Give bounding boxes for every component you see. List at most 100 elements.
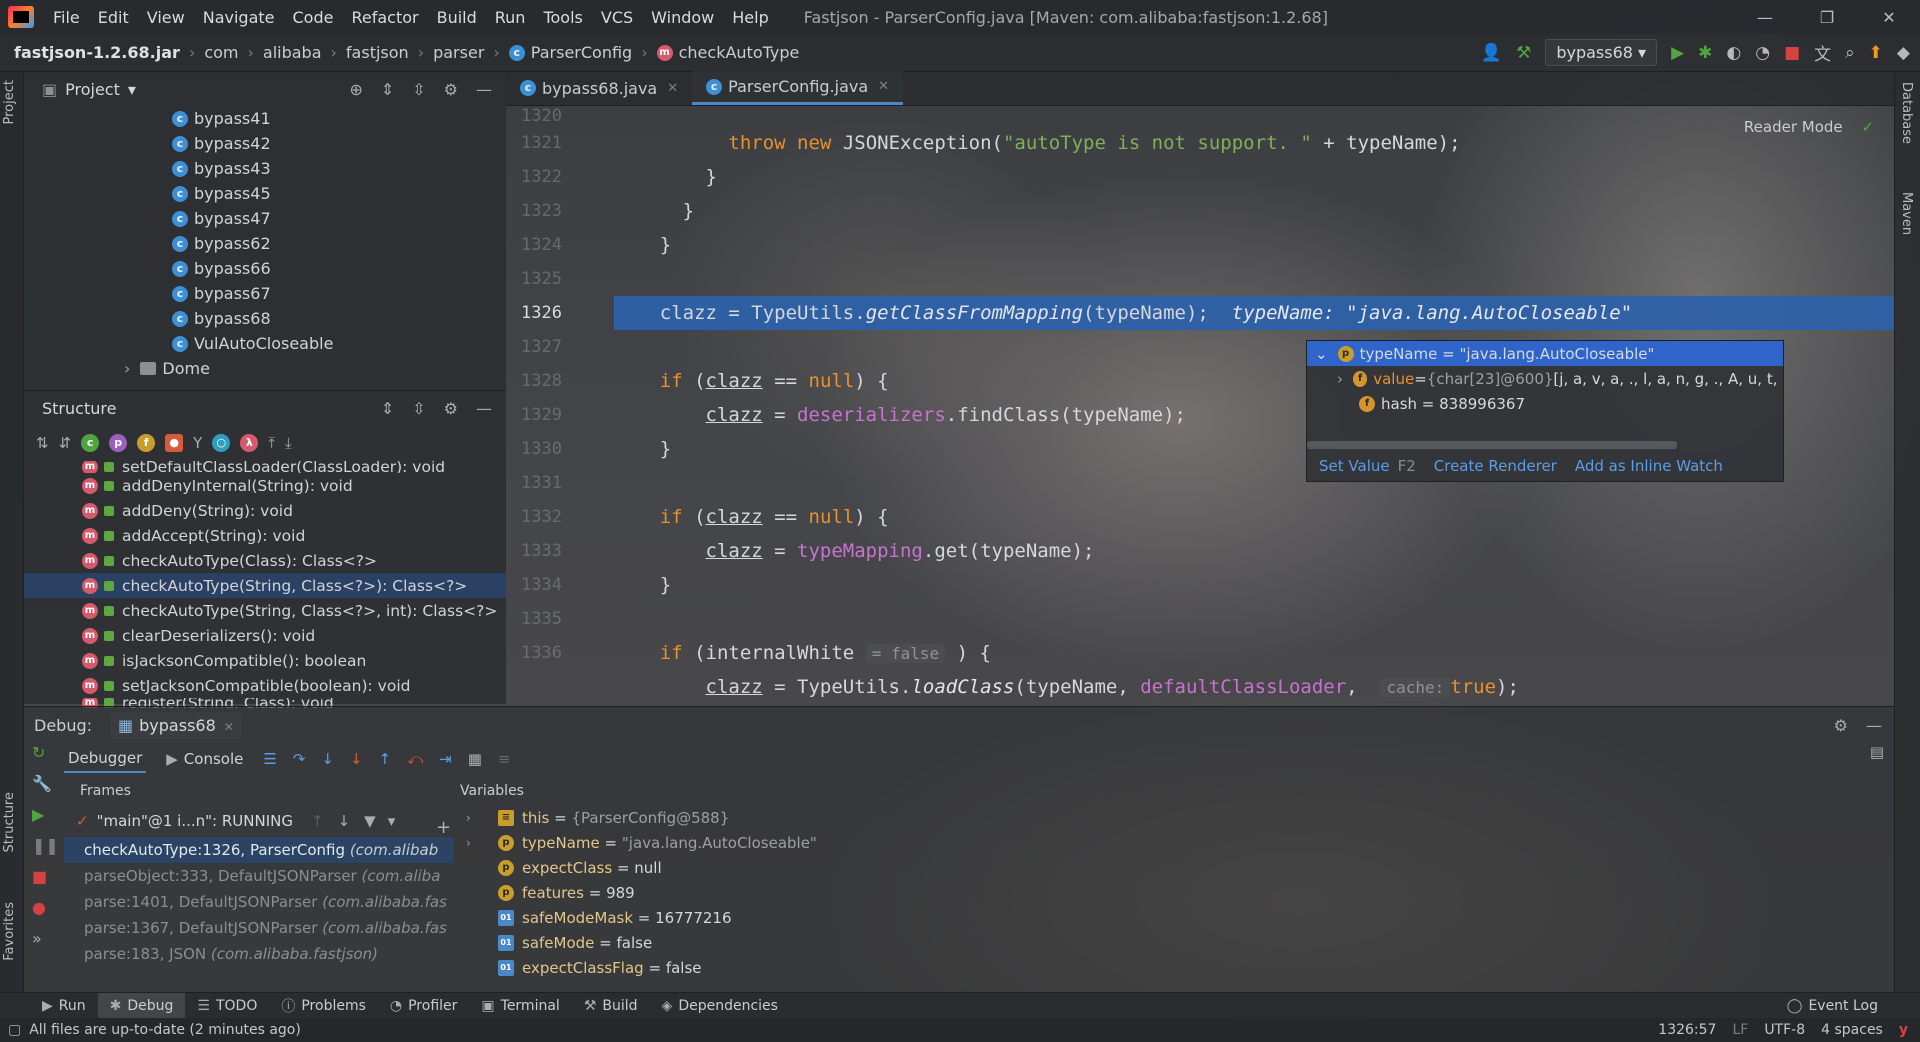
more-icon[interactable]: » (32, 929, 59, 948)
menu-view[interactable]: View (138, 8, 194, 27)
pause-icon[interactable]: ❚❚ (32, 836, 59, 855)
gear-icon[interactable]: ⚙ (444, 80, 458, 99)
create-renderer-link[interactable]: Create Renderer (1434, 457, 1557, 475)
menu-help[interactable]: Help (723, 8, 777, 27)
popup-row-selected[interactable]: ⌄ p typeName = "java.lang.AutoCloseable" (1307, 341, 1783, 366)
dependencies-tool-button[interactable]: ◈ Dependencies (650, 998, 790, 1014)
variable-row[interactable]: › p typeName = "java.lang.AutoCloseable" (456, 830, 1856, 855)
resume-icon[interactable]: ▶ (32, 805, 59, 824)
debug-session-tab[interactable]: ▦ bypass68 ✕ (110, 711, 242, 739)
restore-icon[interactable]: ❐ (1796, 8, 1858, 27)
tree-item[interactable]: c bypass41 (24, 106, 506, 131)
sort-alpha-icon[interactable]: ⇅ (36, 434, 49, 452)
menu-build[interactable]: Build (428, 8, 486, 27)
chevron-down-icon[interactable]: ▾ (388, 812, 396, 830)
breadcrumb-class[interactable]: c ParserConfig (508, 43, 632, 62)
menu-run[interactable]: Run (486, 8, 535, 27)
structure-item-partial[interactable]: m setDefaultClassLoader(ClassLoader): voi… (24, 461, 506, 473)
stack-frame[interactable]: parseObject:333, DefaultJSONParser (com.… (64, 863, 454, 889)
breadcrumb-method[interactable]: m checkAutoType (656, 43, 799, 62)
coverage-icon[interactable]: ◐ (1726, 43, 1741, 63)
step-into-icon[interactable]: ↓ (321, 750, 334, 768)
popup-scrollbar[interactable] (1307, 441, 1677, 449)
variable-row[interactable]: › ≡ this = {ParserConfig@588} (456, 805, 1856, 830)
show-properties-icon[interactable]: p (109, 434, 128, 452)
set-value-link[interactable]: Set Value (1319, 457, 1390, 475)
file-encoding[interactable]: UTF-8 (1764, 1022, 1805, 1038)
stack-frame-selected[interactable]: checkAutoType:1326, ParserConfig (com.al… (64, 837, 454, 863)
stop-icon[interactable]: ■ (32, 867, 59, 886)
show-lambdas-icon[interactable]: λ (240, 434, 259, 452)
tab-console[interactable]: ▶ Console (162, 746, 247, 772)
run-config-select[interactable]: bypass68 ▾ (1545, 39, 1658, 66)
arrow-up-icon[interactable]: ↑ (311, 812, 324, 830)
autoscroll-to-source-icon[interactable]: ⤒ (268, 434, 275, 452)
structure-item[interactable]: m addDenyInternal(String): void (24, 473, 506, 498)
update-icon[interactable]: ⬆ (1869, 43, 1883, 63)
problems-tool-button[interactable]: ⓘ Problems (269, 996, 378, 1016)
chevron-down-icon[interactable]: ⌄ (1315, 345, 1328, 363)
stack-frame[interactable]: parse:183, JSON (com.alibaba.fastjson) (64, 941, 454, 967)
force-step-into-icon[interactable]: ↓ (350, 750, 363, 768)
collapse-all-icon[interactable]: ⇳ (412, 80, 425, 99)
sort-visibility-icon[interactable]: ⇵ (59, 434, 72, 452)
event-log-button[interactable]: ◯ Event Log (1775, 998, 1890, 1014)
evaluate-icon[interactable]: ▦ (468, 750, 482, 768)
translate-icon[interactable]: 文 (1814, 40, 1831, 65)
settings-wrench-icon[interactable]: 🔧 (32, 774, 59, 793)
rerun-icon[interactable]: ↻ (32, 743, 59, 762)
frames-menu-icon[interactable]: ☰ (263, 750, 276, 768)
chevron-right-icon[interactable]: › (124, 359, 130, 378)
step-out-icon[interactable]: ↑ (379, 750, 392, 768)
collapse-all-icon[interactable]: ⇳ (412, 399, 425, 418)
variable-row[interactable]: p expectClass = null (456, 855, 1856, 880)
tree-item[interactable]: c bypass47 (24, 206, 506, 231)
tree-item[interactable]: c bypass68 (24, 306, 506, 331)
locate-icon[interactable]: ⊕ (349, 80, 362, 99)
menu-navigate[interactable]: Navigate (194, 8, 284, 27)
tab-parserconfig[interactable]: c ParserConfig.java ✕ (692, 71, 904, 105)
variable-row[interactable]: 01 safeMode = false (456, 930, 1856, 955)
menu-refactor[interactable]: Refactor (342, 8, 427, 27)
structure-item[interactable]: m checkAutoType(Class): Class<?> (24, 548, 506, 573)
expand-all-icon[interactable]: ⇕ (381, 80, 394, 99)
run-icon[interactable]: ▶ (1671, 43, 1684, 63)
tree-item[interactable]: c bypass67 (24, 281, 506, 306)
chevron-down-icon[interactable]: ▾ (128, 80, 136, 99)
show-inherited-icon[interactable]: c (81, 434, 100, 452)
filter-icon[interactable]: ▼ (364, 812, 376, 830)
structure-item[interactable]: m addDeny(String): void (24, 498, 506, 523)
popup-row[interactable]: › f value = {char[23]@600} [j, a, v, a, .,… (1307, 366, 1783, 391)
tree-folder[interactable]: › Dome (24, 356, 506, 381)
favorites-tool-button[interactable]: Favorites (2, 902, 17, 961)
search-icon[interactable]: ⌕ (1845, 43, 1855, 63)
stack-frame[interactable]: parse:1401, DefaultJSONParser (com.aliba… (64, 889, 454, 915)
menu-window[interactable]: Window (642, 8, 723, 27)
add-inline-watch-link[interactable]: Add as Inline Watch (1575, 457, 1723, 475)
tab-bypass68[interactable]: c bypass68.java ✕ (506, 71, 692, 105)
maven-tool-button[interactable]: Maven (1899, 192, 1914, 235)
show-anonymous-icon[interactable]: ○ (212, 434, 231, 452)
todo-tool-button[interactable]: ☰ TODO (185, 998, 269, 1014)
structure-tool-button[interactable]: Structure (2, 792, 17, 852)
variable-row[interactable]: 01 safeModeMask = 16777216 (456, 905, 1856, 930)
hide-icon[interactable]: — (476, 399, 492, 418)
tree-item[interactable]: c bypass43 (24, 156, 506, 181)
minimize-icon[interactable]: — (1734, 8, 1796, 27)
hide-icon[interactable]: — (476, 80, 492, 99)
tree-item[interactable]: c VulAutoCloseable (24, 331, 506, 356)
profiler-tool-button[interactable]: ◔ Profiler (378, 998, 470, 1014)
toolbox-icon[interactable]: ◆ (1897, 43, 1910, 63)
stack-frame[interactable]: parse:1367, DefaultJSONParser (com.aliba… (64, 915, 454, 941)
user-icon[interactable]: 👤 (1481, 43, 1502, 63)
terminal-tool-button[interactable]: ▣ Terminal (469, 998, 571, 1014)
structure-item[interactable]: m clearDeserializers(): void (24, 623, 506, 648)
popup-row[interactable]: f hash = 838996367 (1307, 391, 1783, 416)
close-tab-icon[interactable]: ✕ (878, 79, 889, 94)
menu-file[interactable]: File (44, 8, 89, 27)
menu-vcs[interactable]: VCS (592, 8, 642, 27)
inline-debug-value[interactable]: typeName: "java.lang.AutoCloseable" (1232, 302, 1632, 324)
variable-row[interactable]: 01 expectClassFlag = false (456, 955, 1856, 980)
structure-item[interactable]: m setJacksonCompatible(boolean): void (24, 673, 506, 698)
step-over-icon[interactable]: ↷ (293, 750, 306, 768)
